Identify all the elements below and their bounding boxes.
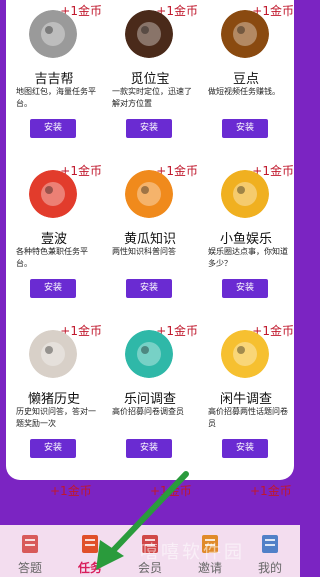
app-name: 吉吉帮	[34, 72, 74, 87]
watermark: 嘻嘻软件园	[140, 542, 245, 563]
app-name: 小鱼娱乐	[219, 232, 272, 247]
app-card: +1金币 觅位宝 一款实时定位，迅速了解对方位置 安装	[102, 0, 198, 160]
tab-label: 我的	[257, 561, 282, 575]
app-description: 两性知识科普问答	[112, 247, 176, 256]
location-pin-icon	[125, 10, 173, 58]
cartoon-fish-icon	[221, 170, 269, 218]
peek-reward: +1金币	[150, 484, 192, 498]
tab-clipboard[interactable]: 答题	[0, 525, 60, 577]
install-button[interactable]: 安装	[126, 119, 172, 138]
app-card: +1金币 小鱼娱乐 娱乐圈达点事，你知道多少？ 安装	[198, 160, 294, 320]
profile-icon	[259, 533, 281, 555]
app-name: 黄瓜知识	[123, 232, 176, 247]
tab-task-book[interactable]: 任务	[60, 525, 120, 577]
app-name: 闲牛调查	[219, 392, 272, 407]
app-description: 娱乐圈达点事，你知道多少？	[208, 247, 288, 268]
app-card: +1金币 壹波 各种特色兼职任务平台。 安装	[6, 160, 102, 320]
install-button[interactable]: 安装	[222, 439, 268, 458]
peek-reward: +1金币	[50, 484, 92, 498]
app-description: 地图红包，海量任务平台。	[16, 87, 96, 108]
app-card: +1金币 吉吉帮 地图红包，海量任务平台。 安装	[6, 0, 102, 160]
install-button[interactable]: 安装	[126, 279, 172, 298]
peek-reward: +1金币	[250, 484, 292, 498]
app-description: 高价招募两性话题问卷员	[208, 407, 288, 428]
app-description: 历史知识问答，答对一题奖励一次	[16, 407, 96, 428]
orange-leaf-icon	[125, 170, 173, 218]
install-button[interactable]: 安装	[222, 279, 268, 298]
install-button[interactable]: 安装	[126, 439, 172, 458]
install-button[interactable]: 安装	[30, 279, 76, 298]
app-card: +1金币 黄瓜知识 两性知识科普问答 安装	[102, 160, 198, 320]
app-description: 高价招募问卷调查员	[112, 407, 184, 416]
task-book-icon	[79, 533, 101, 555]
app-card: +1金币 懒猪历史 历史知识问答，答对一题奖励一次 安装	[6, 320, 102, 480]
app-name: 豆点	[232, 72, 259, 87]
tab-label: 答题	[17, 561, 42, 575]
tab-profile[interactable]: 我的	[240, 525, 300, 577]
app-name: 觅位宝	[130, 72, 170, 87]
tab-label: 任务	[77, 561, 102, 575]
app-name: 乐问调查	[123, 392, 176, 407]
checklist-icon	[125, 330, 173, 378]
app-name: 懒猪历史	[27, 392, 80, 407]
app-description: 一款实时定位，迅速了解对方位置	[112, 87, 192, 108]
app-card: +1金币 闲牛调查 高价招募两性话题问卷员 安装	[198, 320, 294, 480]
lazy-pig-icon	[29, 330, 77, 378]
clipboard-icon	[19, 533, 41, 555]
monkey-face-icon	[29, 10, 77, 58]
app-card: +1金币 豆点 做短视频任务赚钱。 安装	[198, 0, 294, 160]
red-letter-icon	[29, 170, 77, 218]
cartoon-cow-icon	[221, 330, 269, 378]
install-button[interactable]: 安装	[30, 439, 76, 458]
install-button[interactable]: 安装	[30, 119, 76, 138]
app-card: +1金币 乐问调查 高价招募问卷调查员 安装	[102, 320, 198, 480]
green-bean-icon	[221, 10, 269, 58]
install-button[interactable]: 安装	[222, 119, 268, 138]
app-name: 壹波	[40, 232, 67, 247]
app-description: 各种特色兼职任务平台。	[16, 247, 88, 268]
app-description: 做短视频任务赚钱。	[208, 87, 280, 96]
